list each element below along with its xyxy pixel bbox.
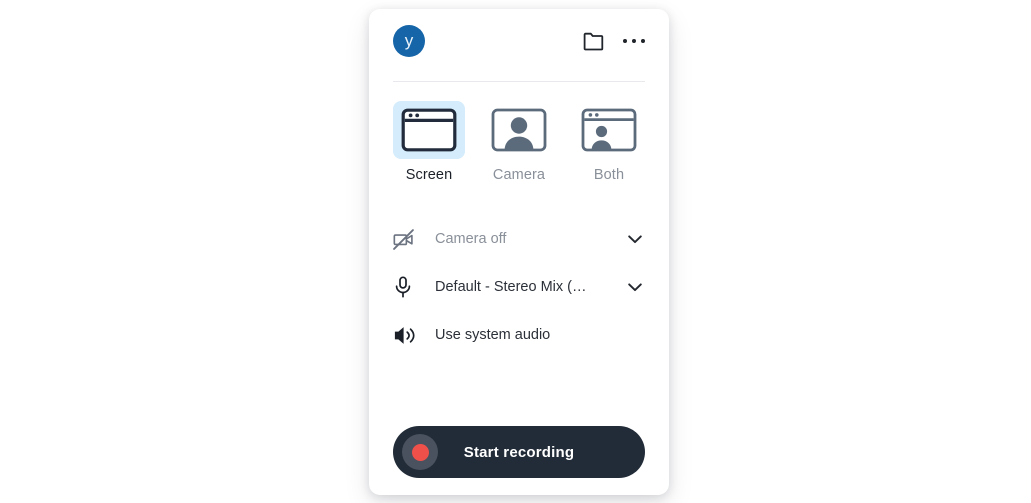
- settings-list: Camera off Default - Stereo Mix (… Use s…: [393, 215, 645, 359]
- screen-window-icon: [401, 108, 457, 152]
- speaker-icon: [393, 325, 423, 346]
- camera-person-icon: [491, 108, 547, 152]
- record-dot-icon: [411, 443, 429, 461]
- mode-thumb-both: [573, 101, 645, 159]
- header-actions: [581, 28, 645, 54]
- folder-icon[interactable]: [581, 28, 607, 54]
- option-row-system-audio[interactable]: Use system audio: [393, 311, 645, 359]
- start-recording-button[interactable]: Start recording: [393, 426, 645, 478]
- option-row-microphone[interactable]: Default - Stereo Mix (…: [393, 263, 645, 311]
- mode-option-screen[interactable]: Screen: [393, 101, 465, 183]
- mode-thumb-screen: [393, 101, 465, 159]
- mode-option-camera[interactable]: Camera: [483, 101, 555, 183]
- menu-dot: [622, 38, 627, 44]
- mode-label-both: Both: [593, 167, 625, 183]
- option-label-system-audio: Use system audio: [435, 327, 551, 343]
- panel-header: y: [369, 9, 669, 73]
- option-label-microphone: Default - Stereo Mix (…: [435, 279, 587, 295]
- microphone-icon: [393, 276, 423, 298]
- record-indicator: [402, 434, 438, 470]
- mode-thumb-camera: [483, 101, 555, 159]
- menu-dot: [640, 38, 645, 44]
- option-row-camera[interactable]: Camera off: [393, 215, 645, 263]
- menu-dot: [631, 38, 636, 44]
- more-options-icon[interactable]: [622, 28, 645, 54]
- mode-option-both[interactable]: Both: [573, 101, 645, 183]
- mode-selector: Screen Camera Both: [393, 101, 645, 183]
- recorder-panel: y Screen Camera Both Camera off Default …: [369, 9, 669, 495]
- screen-and-person-icon: [581, 108, 637, 152]
- camera-off-icon: [393, 228, 423, 250]
- mode-label-screen: Screen: [405, 167, 453, 183]
- mode-label-camera: Camera: [492, 167, 546, 183]
- chevron-down-icon[interactable]: [625, 234, 645, 244]
- chevron-down-icon[interactable]: [625, 282, 645, 292]
- option-label-camera: Camera off: [435, 231, 507, 247]
- header-divider: [393, 81, 645, 82]
- avatar[interactable]: y: [393, 25, 425, 57]
